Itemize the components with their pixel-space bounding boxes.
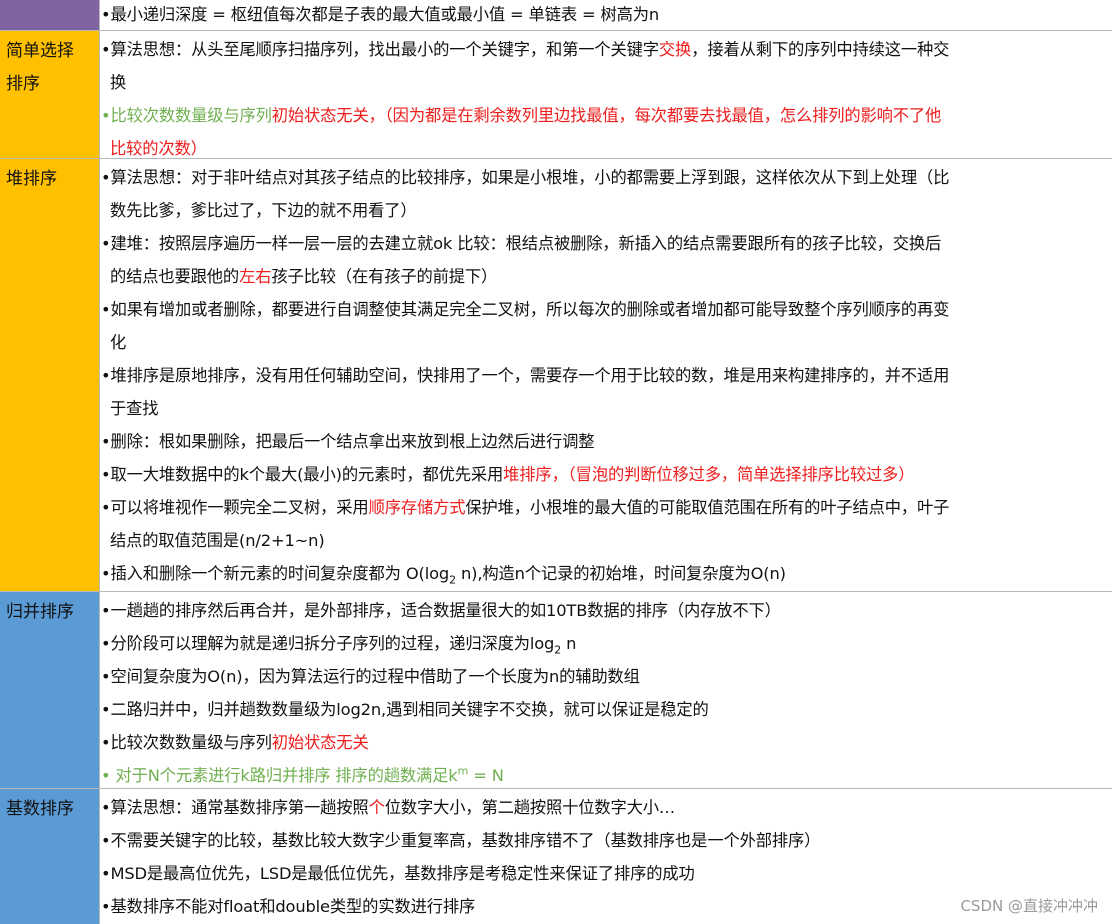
- label-cell: 归并排序: [0, 592, 100, 788]
- content-cell: •算法思想：对于非叶结点对其孩子结点的比较排序，如果是小根堆，小的都需要上浮到跟…: [100, 159, 1112, 591]
- text-line: •二路归并中，归并趟数数量级为log2n,遇到相同关键字不交换，就可以保证是稳定…: [101, 700, 709, 719]
- text-line: •最小递归深度 = 枢纽值每次都是子表的最大值或最小值 = 单链表 = 树高为n: [101, 5, 660, 24]
- row-heap-sort: 堆排序 •算法思想：对于非叶结点对其孩子结点的比较排序，如果是小根堆，小的都需要…: [0, 159, 1112, 592]
- content-cell: •一趟趟的排序然后再合并，是外部排序，适合数据量很大的如10TB数据的排序（内存…: [100, 592, 1112, 788]
- label-cell: 基数排序: [0, 789, 100, 924]
- text-line: •空间复杂度为O(n)，因为算法运行的过程中借助了一个长度为n的辅助数组: [101, 667, 640, 686]
- text-line: •分阶段可以理解为就是递归拆分子序列的过程，递归深度为log2 n: [101, 634, 577, 657]
- text-line: •插入和删除一个新元素的时间复杂度都为 O(log2 n),构造n个记录的初始堆…: [101, 564, 786, 587]
- text-line: •如果有增加或者删除，都要进行自调整使其满足完全二叉树，所以每次的删除或者增加都…: [101, 300, 950, 319]
- text-line: 数先比爹，爹比过了，下边的就不用看了）: [110, 201, 417, 220]
- row-quick-sort-tail: •最小递归深度 = 枢纽值每次都是子表的最大值或最小值 = 单链表 = 树高为n: [0, 0, 1112, 31]
- content-cell: •算法思想：从头至尾顺序扫描序列，找出最小的一个关键字，和第一个关键字交换，接着…: [100, 31, 1112, 158]
- text-line: 结点的取值范围是(n/2+1~n): [110, 531, 325, 550]
- text-line: 的结点也要跟他的左右孩子比较（在有孩子的前提下）: [110, 267, 498, 286]
- text-line: •不需要关键字的比较，基数比较大数字少重复率高，基数排序错不了（基数排序也是一个…: [101, 831, 821, 850]
- text-line: 化: [110, 333, 127, 352]
- text-line: •MSD是最高位优先，LSD是最低位优先，基数排序是考稳定性来保证了排序的成功: [101, 864, 695, 883]
- text-line: •删除：根如果删除，把最后一个结点拿出来放到根上边然后进行调整: [101, 432, 595, 451]
- text-line: •算法思想：通常基数排序第一趟按照个位数字大小，第二趟按照十位数字大小…: [101, 798, 676, 817]
- label-text: 归并排序: [6, 602, 74, 622]
- label-cell: 堆排序: [0, 159, 100, 591]
- text-line: •堆排序是原地排序，没有用任何辅助空间，快排用了一个，需要存一个用于比较的数，堆…: [101, 366, 950, 385]
- label-text: 简单选择: [6, 41, 74, 61]
- label-text: 基数排序: [6, 799, 74, 819]
- label-text: 堆排序: [6, 169, 57, 189]
- row-radix-sort: 基数排序 •算法思想：通常基数排序第一趟按照个位数字大小，第二趟按照十位数字大小…: [0, 789, 1112, 924]
- row-selection-sort: 简单选择 排序 •算法思想：从头至尾顺序扫描序列，找出最小的一个关键字，和第一个…: [0, 31, 1112, 159]
- text-line: •算法思想：从头至尾顺序扫描序列，找出最小的一个关键字，和第一个关键字交换，接着…: [101, 40, 950, 59]
- text-line: •可以将堆视作一颗完全二叉树，采用顺序存储方式保护堆，小根堆的最大值的可能取值范…: [101, 498, 950, 517]
- text-line: 于查找: [110, 399, 159, 418]
- text-line: •算法思想：对于非叶结点对其孩子结点的比较排序，如果是小根堆，小的都需要上浮到跟…: [101, 168, 950, 187]
- text-line: •基数排序不能对float和double类型的实数进行排序: [101, 897, 476, 916]
- text-line: •取一大堆数据中的k个最大(最小)的元素时，都优先采用堆排序，（冒泡的判断位移过…: [101, 465, 915, 484]
- text-line: •一趟趟的排序然后再合并，是外部排序，适合数据量很大的如10TB数据的排序（内存…: [101, 601, 781, 620]
- label-cell: 简单选择 排序: [0, 31, 100, 158]
- text-line: • 对于N个元素进行k路归并排序 排序的趟数满足km = N: [101, 764, 504, 785]
- csdn-watermark: CSDN @直接冲冲冲: [960, 897, 1098, 915]
- text-line: •比较次数数量级与序列初始状态无关，（因为都是在剩余数列里边找最值，每次都要去找…: [101, 106, 942, 125]
- text-line: •建堆：按照层序遍历一样一层一层的去建立就ok 比较：根结点被删除，新插入的结点…: [101, 234, 942, 253]
- row-merge-sort: 归并排序 •一趟趟的排序然后再合并，是外部排序，适合数据量很大的如10TB数据的…: [0, 592, 1112, 789]
- text-line: 换: [110, 73, 127, 92]
- content-cell: •最小递归深度 = 枢纽值每次都是子表的最大值或最小值 = 单链表 = 树高为n: [100, 0, 1112, 30]
- label-cell: [0, 0, 100, 30]
- text-line: •比较次数数量级与序列初始状态无关: [101, 733, 369, 752]
- label-text: 排序: [6, 74, 40, 94]
